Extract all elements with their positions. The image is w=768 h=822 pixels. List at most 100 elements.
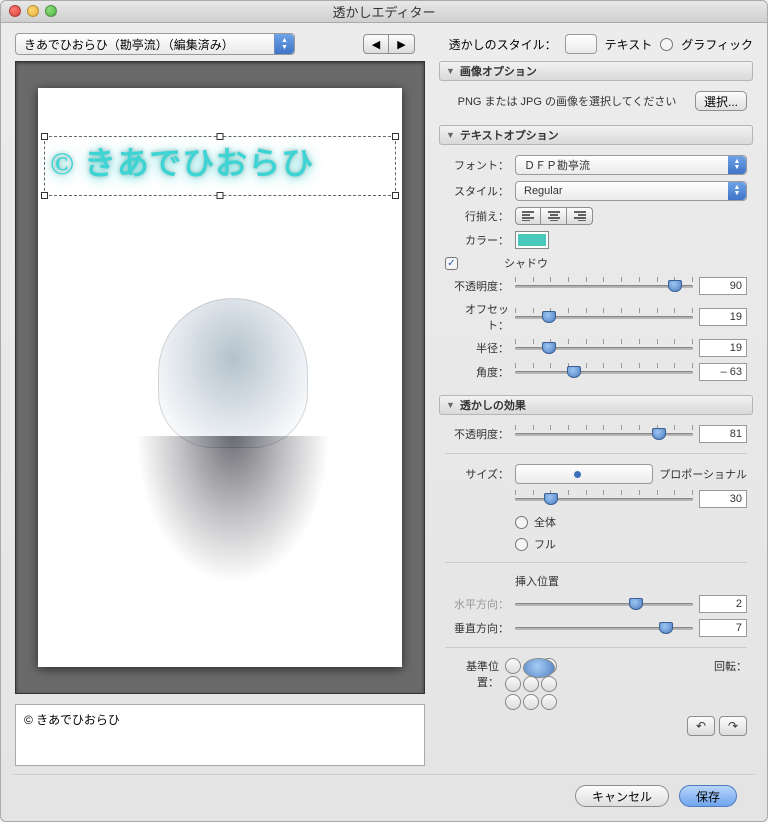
preset-nav: ◀ ▶ bbox=[363, 34, 415, 54]
anchor-se[interactable] bbox=[541, 694, 557, 710]
size-fit-radio[interactable] bbox=[515, 516, 528, 529]
cancel-button[interactable]: キャンセル bbox=[575, 785, 669, 807]
style-text-radio[interactable] bbox=[565, 34, 597, 54]
anchor-w[interactable] bbox=[505, 676, 521, 692]
select-arrows-icon: ▲▼ bbox=[728, 182, 746, 200]
preview-image bbox=[128, 298, 338, 596]
anchor-e[interactable] bbox=[541, 676, 557, 692]
style-label: スタイル： bbox=[445, 183, 509, 199]
anchor-c[interactable] bbox=[523, 676, 539, 692]
font-value: ＤＦＰ勘亭流 bbox=[524, 157, 590, 173]
close-icon[interactable] bbox=[9, 5, 21, 17]
handle-n[interactable] bbox=[217, 133, 224, 140]
anchor-n[interactable] bbox=[523, 658, 555, 678]
text-options-title: テキストオプション bbox=[460, 127, 559, 143]
size-label: サイズ： bbox=[445, 466, 509, 482]
effects-header[interactable]: ▼ 透かしの効果 bbox=[439, 395, 753, 415]
preset-combo[interactable]: きあでひおらひ（勘亭流）（編集済み） ▲▼ bbox=[15, 33, 295, 55]
size-proportional-radio[interactable] bbox=[515, 464, 653, 484]
align-segmented bbox=[515, 207, 593, 225]
handle-nw[interactable] bbox=[41, 133, 48, 140]
wm-opacity-slider[interactable] bbox=[515, 425, 693, 443]
combo-arrows-icon: ▲▼ bbox=[274, 34, 294, 54]
inset-v-slider[interactable] bbox=[515, 619, 693, 637]
inset-h-label: 水平方向： bbox=[445, 596, 509, 612]
anchor-nw[interactable] bbox=[505, 658, 521, 674]
watermark-editor-window: 透かしエディター きあでひおらひ（勘亭流）（編集済み） ▲▼ ◀ ▶ 透かしのス… bbox=[0, 0, 768, 822]
footer: キャンセル 保存 bbox=[13, 774, 755, 821]
style-graphic-radio[interactable] bbox=[660, 38, 673, 51]
handle-sw[interactable] bbox=[41, 192, 48, 199]
shadow-offset-label: オフセット： bbox=[445, 301, 509, 333]
align-center-button[interactable] bbox=[541, 207, 567, 225]
inset-h-slider[interactable] bbox=[515, 595, 693, 613]
rotate-ccw-button[interactable]: ↶ bbox=[687, 716, 715, 736]
style-value: Regular bbox=[524, 185, 563, 197]
font-select[interactable]: ＤＦＰ勘亭流▲▼ bbox=[515, 155, 747, 175]
rotate-cw-button[interactable]: ↷ bbox=[719, 716, 747, 736]
watermark-text-input[interactable]: © きあでひおらひ bbox=[15, 704, 425, 766]
anchor-s[interactable] bbox=[523, 694, 539, 710]
watermark-style-row: 透かしのスタイル： テキスト グラフィック bbox=[449, 34, 753, 54]
shadow-opacity-value[interactable]: 90 bbox=[699, 277, 747, 295]
preset-label: きあでひおらひ（勘亭流）（編集済み） bbox=[24, 36, 234, 53]
size-value[interactable]: 30 bbox=[699, 490, 747, 508]
shadow-checkbox[interactable]: ✓ bbox=[445, 257, 458, 270]
shadow-offset-slider[interactable] bbox=[515, 308, 693, 326]
minimize-icon[interactable] bbox=[27, 5, 39, 17]
anchor-label: 基準位置： bbox=[445, 658, 499, 690]
body: © きあでひおらひ © きあでひおらひ bbox=[1, 61, 767, 766]
save-button[interactable]: 保存 bbox=[679, 785, 737, 807]
choose-image-button[interactable]: 選択... bbox=[695, 91, 747, 111]
style-graphic-label: グラフィック bbox=[681, 36, 753, 53]
handle-s[interactable] bbox=[217, 192, 224, 199]
effects-title: 透かしの効果 bbox=[460, 397, 526, 413]
divider bbox=[445, 647, 747, 648]
handle-se[interactable] bbox=[392, 192, 399, 199]
prev-button[interactable]: ◀ bbox=[363, 34, 389, 54]
font-style-select[interactable]: Regular ▲▼ bbox=[515, 181, 747, 201]
size-fill-radio[interactable] bbox=[515, 538, 528, 551]
shadow-radius-value[interactable]: 19 bbox=[699, 339, 747, 357]
next-button[interactable]: ▶ bbox=[389, 34, 415, 54]
window-title: 透かしエディター bbox=[332, 2, 435, 21]
divider bbox=[445, 562, 747, 563]
shadow-angle-value[interactable]: – 63 bbox=[699, 363, 747, 381]
inset-header: 挿入位置 bbox=[515, 573, 559, 589]
shadow-opacity-slider[interactable] bbox=[515, 277, 693, 295]
image-options-header[interactable]: ▼ 画像オプション bbox=[439, 61, 753, 81]
handle-ne[interactable] bbox=[392, 133, 399, 140]
size-proportional-label: プロポーショナル bbox=[659, 466, 747, 482]
text-options-body: フォント： ＤＦＰ勘亭流▲▼ スタイル： Regular▲▼ 行揃え： bbox=[439, 151, 753, 389]
preview-canvas[interactable]: © きあでひおらひ bbox=[38, 88, 402, 667]
image-options-body: PNG または JPG の画像を選択してください 選択... bbox=[439, 87, 753, 119]
wm-opacity-label: 不透明度： bbox=[445, 426, 509, 442]
inset-v-value[interactable]: 7 bbox=[699, 619, 747, 637]
font-label: フォント： bbox=[445, 157, 509, 173]
align-right-button[interactable] bbox=[567, 207, 593, 225]
anchor-sw[interactable] bbox=[505, 694, 521, 710]
style-text-label: テキスト bbox=[605, 36, 653, 53]
shadow-offset-value[interactable]: 19 bbox=[699, 308, 747, 326]
top-row: きあでひおらひ（勘亭流）（編集済み） ▲▼ ◀ ▶ 透かしのスタイル： テキスト… bbox=[1, 23, 767, 61]
zoom-icon[interactable] bbox=[45, 5, 57, 17]
inset-h-value[interactable]: 2 bbox=[699, 595, 747, 613]
disclosure-icon: ▼ bbox=[446, 130, 455, 140]
effects-body: 不透明度： 81 サイズ： プロポーショナル 30 全体 フル bbox=[439, 421, 753, 744]
style-label: 透かしのスタイル： bbox=[449, 36, 557, 53]
wm-opacity-value[interactable]: 81 bbox=[699, 425, 747, 443]
shadow-angle-slider[interactable] bbox=[515, 363, 693, 381]
size-slider[interactable] bbox=[515, 490, 693, 508]
align-left-button[interactable] bbox=[515, 207, 541, 225]
color-label: カラー： bbox=[445, 232, 509, 248]
selection-box[interactable] bbox=[44, 136, 396, 196]
inset-v-label: 垂直方向： bbox=[445, 620, 509, 636]
anchor-grid bbox=[505, 658, 557, 710]
shadow-label: シャドウ bbox=[504, 255, 548, 271]
preview-frame: © きあでひおらひ bbox=[15, 61, 425, 694]
text-options-header[interactable]: ▼ テキストオプション bbox=[439, 125, 753, 145]
size-fit-label: 全体 bbox=[534, 514, 556, 530]
shadow-radius-slider[interactable] bbox=[515, 339, 693, 357]
color-swatch[interactable] bbox=[515, 231, 549, 249]
disclosure-icon: ▼ bbox=[446, 400, 455, 410]
